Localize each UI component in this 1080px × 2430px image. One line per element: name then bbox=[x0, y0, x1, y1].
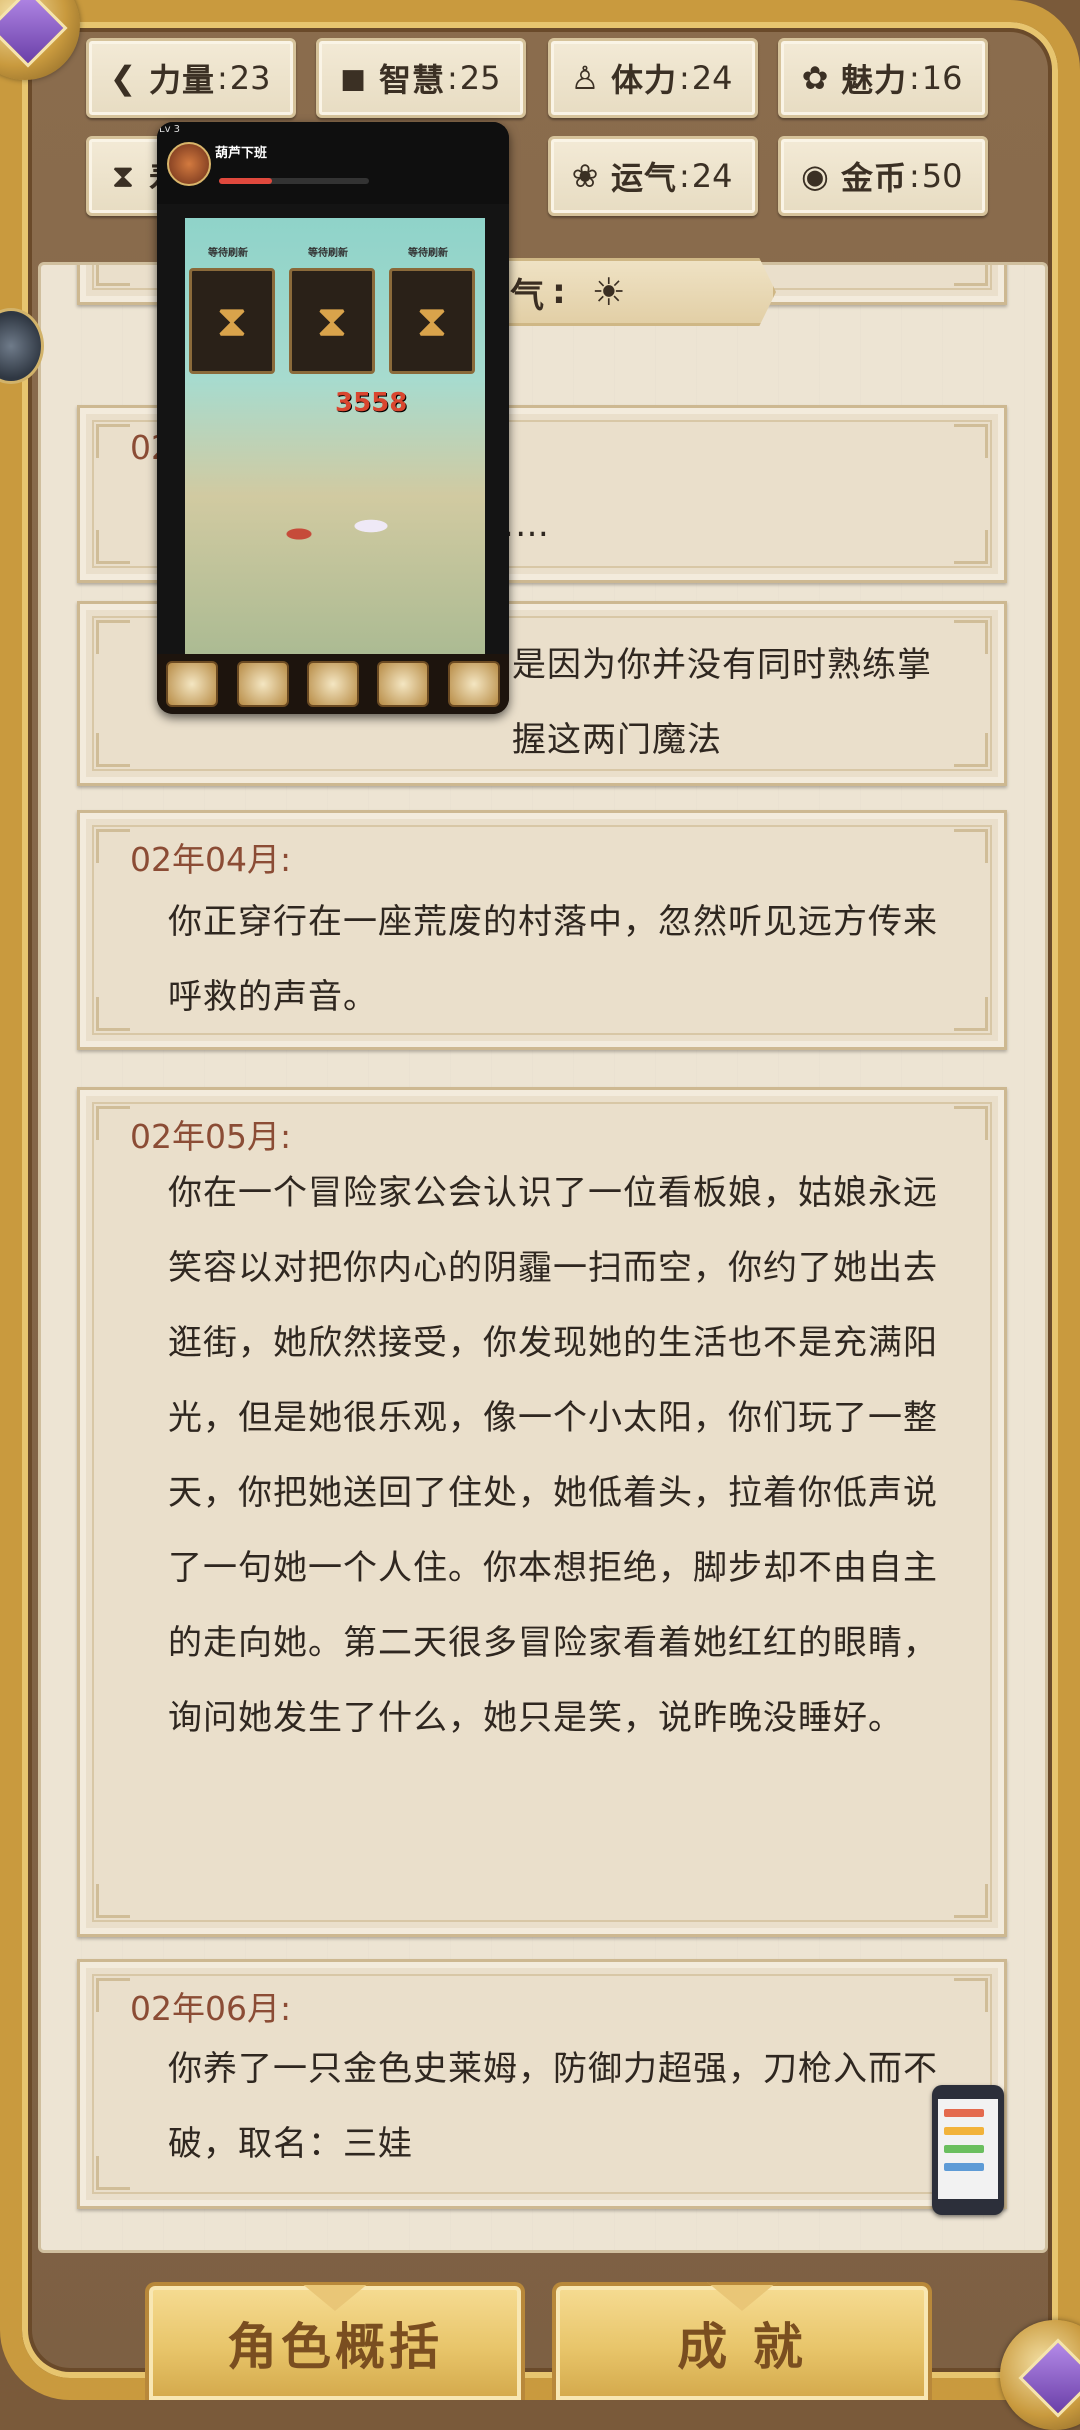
stamina-icon: ♙ bbox=[570, 59, 600, 97]
overlay-nav-icon[interactable] bbox=[447, 661, 500, 707]
overlay-game-scene: 等待刷新 等待刷新 等待刷新 ⧗ ⧗ ⧗ 3558 bbox=[185, 218, 485, 682]
character-summary-button[interactable]: 角色概括 bbox=[145, 2282, 525, 2400]
sun-icon: ☀ bbox=[591, 270, 626, 314]
stat-gold-label: 金币 bbox=[841, 159, 908, 197]
achievements-label: 成 就 bbox=[677, 2318, 807, 2376]
overlay-level: Lv 3 bbox=[159, 124, 181, 135]
log-text: 你正穿行在一座荒废的村落中，忽然听见远方传来呼救的声音。 bbox=[168, 902, 938, 1017]
log-text: …… bbox=[480, 505, 550, 545]
overlay-nav-icon[interactable] bbox=[166, 661, 219, 707]
stat-stamina-label: 体力 bbox=[611, 61, 678, 99]
log-card: 02年06月: 你养了一只金色史莱姆，防御力超强，刀枪入而不破，取名：三娃 bbox=[77, 1959, 1007, 2209]
stat-wisdom[interactable]: ◼ 智慧:25 bbox=[316, 38, 526, 118]
hourglass-label: 等待刷新 bbox=[408, 248, 448, 259]
stat-luck-label: 运气 bbox=[611, 159, 678, 197]
log-text: 是因为你并没有同时熟练掌握这两门魔法 bbox=[512, 645, 932, 760]
hourglass-icon: ⧗ bbox=[111, 156, 135, 195]
hourglass-label: 等待刷新 bbox=[308, 248, 348, 259]
charm-icon: ✿ bbox=[801, 59, 829, 97]
floating-game-window[interactable]: Lv 3 葫芦下班 等待刷新 等待刷新 等待刷新 ⧗ ⧗ ⧗ 3558 bbox=[157, 122, 509, 714]
overlay-nav-icon[interactable] bbox=[377, 661, 430, 707]
battle-characters bbox=[245, 478, 425, 558]
log-text: 你养了一只金色史莱姆，防御力超强，刀枪入而不破，取名：三娃 bbox=[168, 2049, 938, 2164]
overlay-nav-icon[interactable] bbox=[306, 661, 359, 707]
stat-luck[interactable]: ❀ 运气:24 bbox=[548, 136, 758, 216]
phone-preview-icon[interactable] bbox=[932, 2085, 1004, 2215]
hourglass-label: 等待刷新 bbox=[208, 248, 248, 259]
stat-strength-value: 23 bbox=[229, 59, 271, 97]
overlay-header: Lv 3 葫芦下班 bbox=[157, 122, 509, 204]
overlay-hp-bar bbox=[219, 178, 369, 184]
log-date: 02年04月: bbox=[130, 840, 292, 879]
achievements-button[interactable]: 成 就 bbox=[552, 2282, 932, 2400]
strength-icon: ❮ bbox=[109, 59, 137, 97]
hourglass-icon: ⧗ bbox=[389, 268, 475, 374]
stat-luck-value: 24 bbox=[691, 157, 733, 195]
stat-strength[interactable]: ❮ 力量:23 bbox=[86, 38, 296, 118]
log-date: 02年05月: bbox=[130, 1117, 292, 1156]
log-date: 02年06月: bbox=[130, 1989, 292, 2028]
stat-gold[interactable]: ◉ 金币:50 bbox=[778, 136, 988, 216]
overlay-bottom-bar bbox=[157, 654, 509, 714]
overlay-player-name: 葫芦下班 bbox=[215, 146, 268, 161]
character-summary-label: 角色概括 bbox=[227, 2318, 443, 2376]
hourglass-icon: ⧗ bbox=[189, 268, 275, 374]
weather-label: 气 bbox=[510, 275, 545, 316]
stat-wisdom-value: 25 bbox=[459, 59, 501, 97]
stat-charm-label: 魅力 bbox=[841, 61, 908, 99]
stat-stamina-value: 24 bbox=[691, 59, 733, 97]
avatar bbox=[167, 142, 211, 186]
stat-strength-label: 力量 bbox=[149, 61, 216, 99]
log-text: 你在一个冒险家公会认识了一位看板娘，姑娘永远笑容以对把你内心的阴霾一扫而空，你约… bbox=[168, 1173, 938, 1738]
coin-icon: ◉ bbox=[801, 157, 829, 195]
overlay-nav-icon[interactable] bbox=[236, 661, 289, 707]
log-card: 02年05月: 你在一个冒险家公会认识了一位看板娘，姑娘永远笑容以对把你内心的阴… bbox=[77, 1087, 1007, 1937]
stat-charm[interactable]: ✿ 魅力:16 bbox=[778, 38, 988, 118]
luck-icon: ❀ bbox=[571, 157, 599, 195]
damage-number: 3558 bbox=[335, 388, 408, 418]
hourglass-icon: ⧗ bbox=[289, 268, 375, 374]
wisdom-icon: ◼ bbox=[339, 59, 367, 97]
stat-wisdom-label: 智慧 bbox=[379, 61, 446, 99]
log-card: 02年04月: 你正穿行在一座荒废的村落中，忽然听见远方传来呼救的声音。 bbox=[77, 810, 1007, 1050]
stat-charm-value: 16 bbox=[921, 59, 963, 97]
stat-stamina[interactable]: ♙ 体力:24 bbox=[548, 38, 758, 118]
stat-gold-value: 50 bbox=[921, 157, 963, 195]
